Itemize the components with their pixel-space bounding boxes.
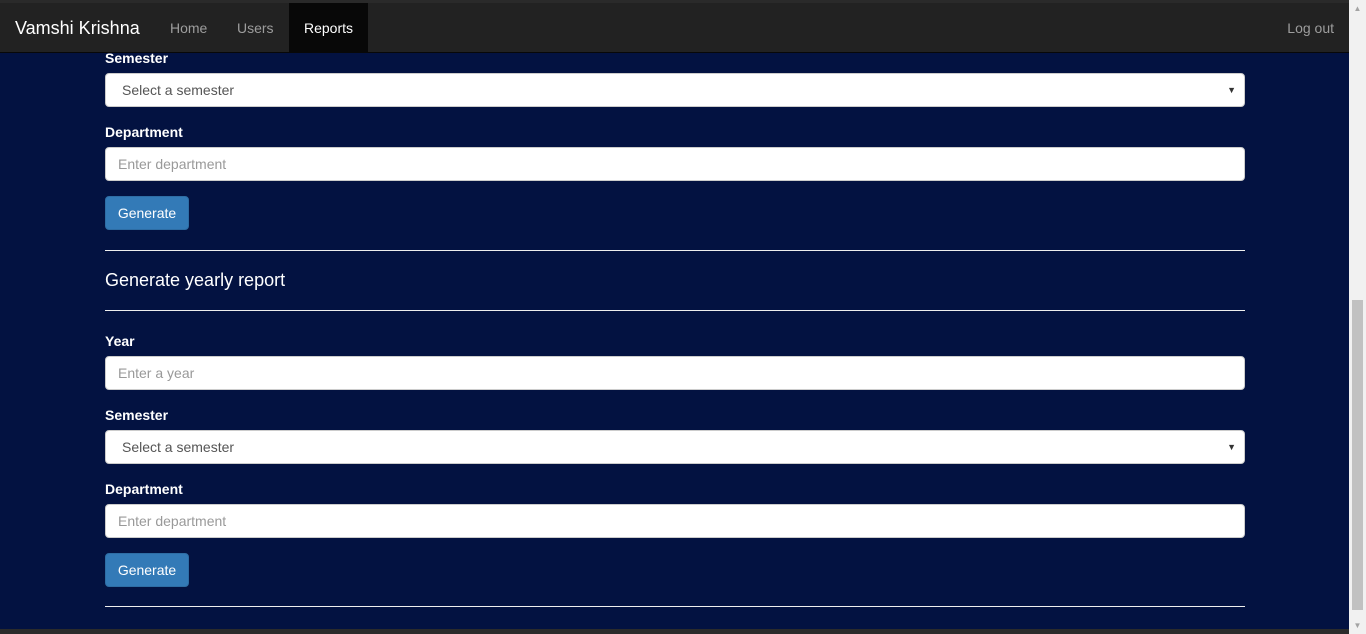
semester-select-value: Select a semester [122,82,235,98]
nav-home[interactable]: Home [155,3,222,53]
nav-reports[interactable]: Reports [289,3,368,53]
yearly-department-label: Department [105,481,183,497]
chevron-down-icon: ▼ [1227,85,1236,95]
arrow-down-icon[interactable]: ▼ [1349,617,1366,634]
department-label: Department [105,124,183,140]
arrow-up-icon[interactable]: ▲ [1349,0,1366,17]
year-label: Year [105,333,135,349]
brand-link[interactable]: Vamshi Krishna [15,18,140,39]
yearly-semester-label: Semester [105,407,169,423]
divider [105,250,1245,251]
yearly-department-input[interactable]: Enter department [105,504,1245,538]
year-input[interactable]: Enter a year [105,356,1245,390]
semester-label: Semester [105,50,169,66]
yearly-semester-select-value: Select a semester [122,439,235,455]
semester-select[interactable]: Select a semester ▼ [105,73,1245,107]
top-navbar: Vamshi Krishna Home Users Reports Log ou… [0,0,1349,53]
nav-users[interactable]: Users [222,3,289,53]
generate-button[interactable]: Generate [105,196,189,230]
scroll-thumb[interactable] [1352,300,1363,610]
yearly-report-heading: Generate yearly report [105,270,286,290]
yearly-semester-select[interactable]: Select a semester ▼ [105,430,1245,464]
chevron-down-icon: ▼ [1227,442,1236,452]
vertical-scrollbar[interactable]: ▲ ▼ [1349,0,1366,634]
yearly-generate-button[interactable]: Generate [105,553,189,587]
department-input[interactable]: Enter department [105,147,1245,181]
divider [105,606,1245,607]
bottom-bar [0,629,1349,634]
divider [105,310,1245,311]
logout-link[interactable]: Log out [1287,3,1334,53]
